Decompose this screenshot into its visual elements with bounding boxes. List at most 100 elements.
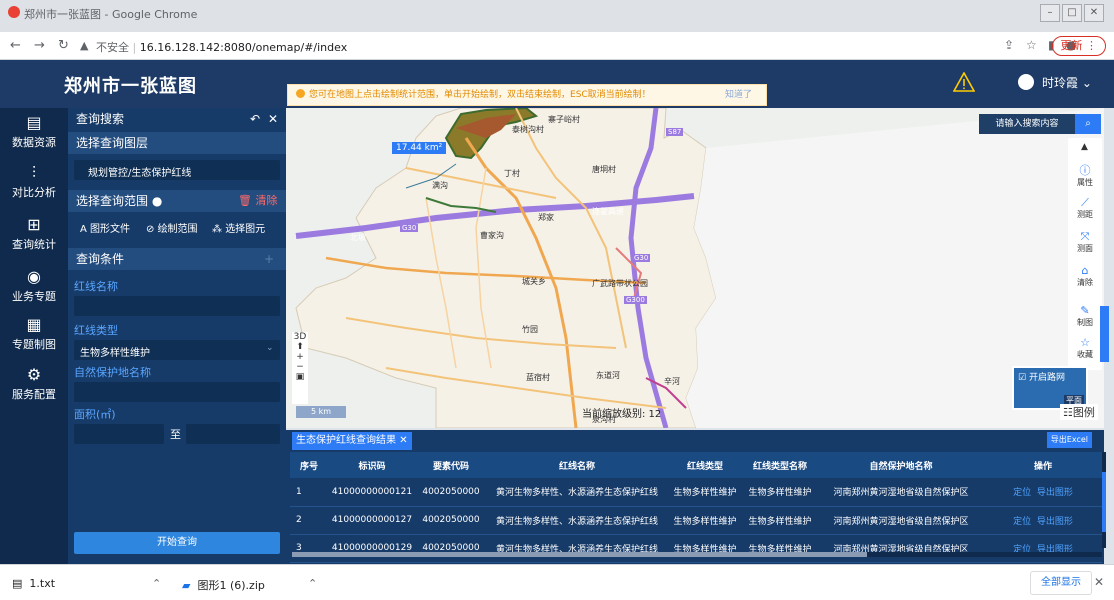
clear-button[interactable]: 🗑 清除 bbox=[238, 190, 277, 212]
close-icon[interactable]: ✕ bbox=[399, 435, 407, 446]
export-excel-button[interactable]: 导出Excel bbox=[1046, 432, 1092, 448]
show-all-button[interactable]: 全部显示 bbox=[1030, 571, 1092, 595]
road-shield: G30 bbox=[400, 224, 419, 232]
zoom-in-button[interactable]: + bbox=[292, 352, 308, 362]
star-icon: ☆ bbox=[1080, 336, 1090, 349]
scroll-thumb[interactable] bbox=[1102, 472, 1106, 532]
notice-dismiss[interactable]: 知道了 bbox=[725, 85, 752, 105]
table-cell: 生物多样性维护 bbox=[742, 534, 818, 563]
results-panel: 生态保护红线查询结果 ✕ 导出Excel 序号 标识码 要素代码 红线名称 红线… bbox=[286, 430, 1104, 564]
chevron-up-icon[interactable]: ⌃ bbox=[308, 577, 317, 590]
tool-clear[interactable]: ⌂ 清除 bbox=[1068, 264, 1102, 288]
legend-label: 图例 bbox=[1072, 406, 1095, 419]
redline-name-input[interactable] bbox=[74, 296, 280, 316]
map-search-input[interactable]: 请输入搜索内容 bbox=[979, 114, 1075, 134]
area-measure-tag: 17.44 km² bbox=[392, 142, 447, 154]
range-option-draw[interactable]: ⊘ 绘制范围 bbox=[146, 220, 198, 235]
add-icon[interactable]: + bbox=[264, 248, 274, 270]
reload-icon[interactable]: ↻ bbox=[58, 38, 69, 53]
legend-button[interactable]: ☷图例 bbox=[1060, 404, 1098, 420]
download-item[interactable]: ▤ 1.txt ⌃ bbox=[12, 577, 161, 590]
notice-icon bbox=[296, 89, 305, 98]
close-window-button[interactable]: ✕ bbox=[1084, 4, 1104, 22]
export-shape-link[interactable]: 导出图形 bbox=[1037, 517, 1073, 527]
horizontal-scrollbar[interactable] bbox=[292, 552, 1102, 557]
scroll-thumb[interactable] bbox=[292, 552, 867, 557]
layer-value: 规划管控/生态保护红线 bbox=[88, 168, 192, 179]
chevron-up-icon[interactable]: ⌃ bbox=[152, 577, 161, 590]
maximize-button[interactable]: □ bbox=[1062, 4, 1082, 22]
close-icon[interactable]: ✕ bbox=[268, 108, 278, 130]
place-label: 郑家 bbox=[538, 213, 554, 222]
nav-item-business[interactable]: ◉ 业务专题 bbox=[0, 268, 68, 304]
map-toolbar: ▲ ⓘ 属性 ⟋ 测距 ⤧ 测面 ⌂ 清除 ✎ 制图 ☆ 收藏 bbox=[1068, 138, 1102, 370]
table-cell: 黄河生物多样性、水源涵养生态保护红线 bbox=[486, 534, 668, 563]
zoom-out-button[interactable]: − bbox=[292, 362, 308, 372]
table-cell: 4002050000 bbox=[416, 506, 486, 535]
close-downloads-icon[interactable]: ✕ bbox=[1094, 575, 1104, 589]
results-tab[interactable]: 生态保护红线查询结果 ✕ bbox=[292, 432, 412, 450]
area-min-input[interactable] bbox=[74, 424, 164, 444]
table-row: 3 41000000000129 4002050000 黄河生物多样性、水源涵养… bbox=[290, 534, 1102, 563]
to-label: 至 bbox=[170, 428, 181, 441]
locate-link[interactable]: 定位 bbox=[1013, 488, 1031, 498]
compass-icon[interactable]: ⬆ bbox=[292, 342, 308, 352]
area-max-input[interactable] bbox=[186, 424, 280, 444]
road-network-toggle[interactable]: ☑ 开启路网 bbox=[1018, 370, 1065, 383]
map-canvas[interactable] bbox=[286, 108, 1104, 428]
tool-measure-distance[interactable]: ⟋ 测距 bbox=[1068, 196, 1102, 220]
bookmark-star-icon[interactable]: ☆ bbox=[1026, 38, 1037, 52]
reserve-name-input[interactable] bbox=[74, 382, 280, 402]
tool-favorite[interactable]: ☆ 收藏 bbox=[1068, 336, 1102, 360]
table-cell: 生物多样性维护 bbox=[668, 506, 742, 535]
export-shape-link[interactable]: 导出图形 bbox=[1037, 488, 1073, 498]
nav-item-compare[interactable]: ⫶ 对比分析 bbox=[0, 164, 68, 200]
range-option-select[interactable]: ⁂ 选择图元 bbox=[212, 220, 265, 235]
3d-toggle[interactable]: 3D bbox=[292, 332, 308, 342]
download-item[interactable]: ▰ 图形1 (6).zip ⌃ bbox=[182, 577, 317, 593]
panel-toggle-handle[interactable] bbox=[1100, 306, 1109, 362]
tool-measure-area[interactable]: ⤧ 测面 bbox=[1068, 230, 1102, 254]
tool-draw[interactable]: ✎ 制图 bbox=[1068, 304, 1102, 328]
start-query-button[interactable]: 开始查询 bbox=[74, 532, 280, 554]
results-table: 序号 标识码 要素代码 红线名称 红线类型 红线类型名称 自然保护地名称 操作 … bbox=[290, 452, 1102, 563]
url-field[interactable]: 不安全 | 16.16.128.142:8080/onemap/#/index bbox=[96, 39, 347, 55]
database-icon: ▤ bbox=[26, 113, 42, 132]
nav-item-service-config[interactable]: ⚙ 服务配置 bbox=[0, 366, 68, 402]
table-cell: 1 bbox=[290, 478, 328, 507]
vertical-scrollbar[interactable] bbox=[1102, 452, 1106, 548]
column-header: 序号 bbox=[290, 452, 328, 478]
downloads-bar: ▤ 1.txt ⌃ ▰ 图形1 (6).zip ⌃ 全部显示 ✕ bbox=[0, 564, 1114, 600]
zoom-control: 3D ⬆ + − ▣ bbox=[292, 332, 308, 404]
share-icon[interactable]: ⇪ bbox=[1004, 38, 1014, 52]
results-tab-label: 生态保护红线查询结果 bbox=[296, 435, 396, 446]
redline-type-select[interactable]: 生物多样性维护 ⌄ bbox=[74, 340, 280, 360]
minimize-button[interactable]: – bbox=[1040, 4, 1060, 22]
table-cell: 生物多样性维护 bbox=[668, 478, 742, 507]
nav-item-query-stats[interactable]: ⊞ 查询统计 bbox=[0, 216, 68, 252]
range-option-file[interactable]: A 图形文件 bbox=[80, 220, 130, 235]
tool-attribute[interactable]: ⓘ 属性 bbox=[1068, 164, 1102, 188]
nav-item-data-resources[interactable]: ▤ 数据资源 bbox=[0, 114, 68, 150]
layer-select[interactable]: 规划管控/生态保护红线 bbox=[74, 160, 280, 180]
table-actions: 定位 导出图形 bbox=[984, 506, 1102, 535]
warning-icon: ▲ bbox=[80, 39, 89, 52]
undo-icon[interactable]: ↶ bbox=[250, 108, 260, 130]
fullscreen-icon[interactable]: ▣ bbox=[292, 372, 308, 382]
locate-link[interactable]: 定位 bbox=[1013, 517, 1031, 527]
forward-icon[interactable]: → bbox=[34, 38, 45, 53]
address-bar: ← → ↻ ▲ 不安全 | 16.16.128.142:8080/onemap/… bbox=[0, 32, 1114, 60]
compare-icon: ⫶ bbox=[31, 163, 36, 182]
road-shield: G300 bbox=[624, 296, 647, 304]
search-button[interactable]: ⌕ bbox=[1075, 114, 1101, 134]
user-menu[interactable]: 时玲霞 ⌄ bbox=[1018, 74, 1092, 91]
table-cell: 3 bbox=[290, 534, 328, 563]
collapse-up-icon[interactable]: ▲ bbox=[1081, 142, 1088, 152]
chevron-down-icon: ⌄ bbox=[266, 343, 274, 353]
nav-item-mapping[interactable]: ▦ 专题制图 bbox=[0, 316, 68, 352]
back-icon[interactable]: ← bbox=[10, 38, 21, 53]
map-view[interactable]: 泰树沟村 寨子峪村 丁村 唐垌村 满沟 郑家 连霍高速 北坡 G30 曹家沟 城… bbox=[286, 108, 1104, 428]
update-button[interactable]: 更新 ⋮ bbox=[1051, 36, 1106, 56]
alert-icon[interactable] bbox=[953, 72, 975, 92]
scale-bar: 5 km bbox=[296, 406, 346, 418]
